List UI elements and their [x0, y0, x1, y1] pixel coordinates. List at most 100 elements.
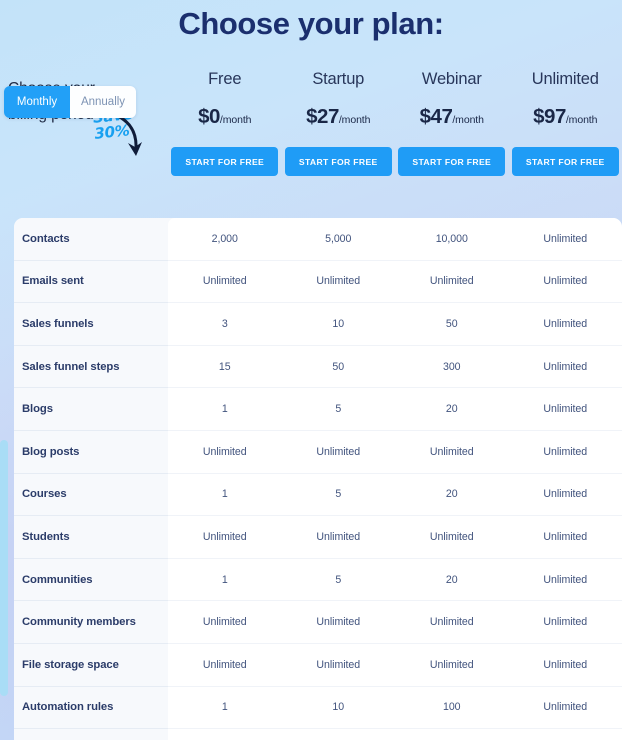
feature-values: Unlimited Unlimited Unlimited Unlimited	[168, 516, 622, 559]
table-row: Emails sent Unlimited Unlimited Unlimited Un…	[14, 260, 622, 304]
feature-label: Community members	[14, 601, 168, 644]
table-row: Blog posts Unlimited Unlimited Unlimited Unl…	[14, 430, 622, 474]
feature-value-webinar: Unlimited	[429, 530, 474, 543]
feature-value-webinar: 20	[445, 403, 458, 416]
feature-comparison-table: Contacts 2,000 5,000 10,000 Unlimited Emails …	[14, 218, 622, 740]
start-for-free-button[interactable]: START FOR FREE	[511, 147, 619, 176]
feature-value-startup: 5,000	[325, 232, 352, 245]
feature-label: File storage space	[14, 643, 168, 687]
vertical-scrollbar-thumb[interactable]	[0, 440, 8, 696]
plan-price-amount: $0	[198, 105, 220, 128]
feature-value-webinar: 20	[445, 488, 458, 501]
plan-price: $97/month	[509, 105, 622, 129]
plan-price-period: /month	[338, 114, 371, 126]
feature-value-free: 1	[221, 701, 228, 714]
start-for-free-button[interactable]: START FOR FREE	[171, 147, 279, 176]
save-badge-line2: 30%	[93, 121, 131, 143]
feature-value-unlimited: Unlimited	[543, 616, 588, 629]
table-row: Automation rules 1 10 100 Unlimited	[14, 686, 622, 730]
toggle-option-annually[interactable]: Annually	[70, 86, 136, 118]
feature-value-free: 1	[221, 488, 228, 501]
plan-price: $27/month	[282, 105, 396, 129]
feature-value-webinar: Unlimited	[429, 275, 474, 288]
plan-price-amount: $27	[306, 105, 339, 128]
feature-value-unlimited: Unlimited	[543, 488, 588, 501]
table-row: Blogs 1 5 20 Unlimited	[14, 388, 622, 431]
feature-label: Emails sent	[14, 260, 168, 304]
feature-value-startup: Unlimited	[316, 275, 361, 288]
feature-value-unlimited: Unlimited	[543, 701, 588, 714]
toggle-option-monthly[interactable]: Monthly	[4, 86, 70, 118]
feature-value-startup: 10	[332, 701, 345, 714]
feature-value-startup: Unlimited	[316, 616, 361, 629]
feature-label: Communities	[14, 558, 168, 602]
start-for-free-button[interactable]: START FOR FREE	[284, 147, 392, 176]
feature-value-unlimited: Unlimited	[543, 573, 588, 586]
feature-value-unlimited	[509, 729, 622, 740]
feature-values: Unlimited Unlimited Unlimited Unlimited	[168, 260, 622, 304]
feature-value-startup: 50	[332, 360, 345, 373]
feature-value-free: 2,000	[211, 232, 238, 245]
plan-price-period: /month	[219, 114, 252, 126]
feature-value-startup: 5	[335, 573, 342, 586]
feature-values: 1 5 20 Unlimited	[168, 388, 622, 431]
plan-name: Webinar	[421, 70, 482, 88]
feature-value-startup: Unlimited	[316, 445, 361, 458]
feature-value-unlimited: Unlimited	[543, 530, 588, 543]
plan-column-webinar: Webinar $47/month START FOR FREE	[395, 70, 509, 176]
feature-value-unlimited: Unlimited	[543, 658, 588, 671]
feature-value-webinar: 100	[442, 701, 461, 714]
plan-columns: Free $0/month START FOR FREE Startup $27…	[168, 70, 622, 176]
feature-values	[168, 729, 622, 740]
plan-column-unlimited: Unlimited $97/month START FOR FREE	[509, 70, 622, 176]
feature-value-free: 3	[221, 317, 228, 330]
feature-values: 3 10 50 Unlimited	[168, 303, 622, 346]
feature-value-unlimited: Unlimited	[543, 232, 588, 245]
feature-value-free: Unlimited	[202, 616, 247, 629]
plan-price: $0/month	[168, 105, 282, 129]
feature-value-startup: Unlimited	[316, 530, 361, 543]
vertical-scrollbar[interactable]	[0, 218, 8, 740]
feature-value-startup: 5	[335, 403, 342, 416]
feature-label: Contacts	[14, 218, 168, 261]
feature-value-webinar: Unlimited	[429, 616, 474, 629]
plan-price-period: /month	[565, 114, 598, 126]
feature-value-startup	[282, 729, 396, 740]
billing-period-toggle[interactable]: Monthly Annually	[4, 86, 136, 118]
plan-price-period: /month	[452, 114, 484, 126]
start-for-free-button[interactable]: START FOR FREE	[398, 147, 506, 176]
feature-value-free	[168, 729, 282, 740]
feature-label: Blog posts	[14, 430, 168, 474]
table-row: Contacts 2,000 5,000 10,000 Unlimited	[14, 218, 622, 261]
feature-value-free: Unlimited	[202, 445, 247, 458]
feature-value-unlimited: Unlimited	[543, 317, 588, 330]
plan-name: Startup	[312, 70, 365, 88]
feature-label: Blogs	[14, 388, 168, 431]
feature-values: 1 5 20 Unlimited	[168, 558, 622, 602]
pricing-page: Choose your plan: Choose your billing pe…	[0, 0, 622, 740]
plan-price-amount: $97	[533, 105, 566, 128]
table-row	[14, 729, 622, 740]
feature-value-free: 1	[221, 573, 228, 586]
table-row: Sales funnels 3 10 50 Unlimited	[14, 303, 622, 346]
feature-label: Courses	[14, 473, 168, 517]
feature-values: 2,000 5,000 10,000 Unlimited	[168, 218, 622, 261]
feature-value-unlimited: Unlimited	[543, 445, 588, 458]
feature-value-webinar: 10,000	[435, 232, 468, 245]
feature-label: Sales funnels	[14, 303, 168, 346]
table-row: Sales funnel steps 15 50 300 Unlimited	[14, 345, 622, 389]
plan-column-startup: Startup $27/month START FOR FREE	[282, 70, 396, 176]
feature-value-startup: Unlimited	[316, 658, 361, 671]
table-row: Students Unlimited Unlimited Unlimited Unlim…	[14, 516, 622, 559]
plan-name: Free	[208, 70, 242, 88]
feature-value-webinar: Unlimited	[429, 445, 474, 458]
feature-value-free: Unlimited	[202, 530, 247, 543]
feature-values: 1 10 100 Unlimited	[168, 686, 622, 730]
feature-value-webinar: 50	[445, 317, 458, 330]
feature-value-unlimited: Unlimited	[543, 403, 588, 416]
table-row: Community members Unlimited Unlimited Unlim…	[14, 601, 622, 644]
feature-value-unlimited: Unlimited	[543, 275, 588, 288]
feature-value-unlimited: Unlimited	[543, 360, 588, 373]
feature-value-free: Unlimited	[202, 275, 247, 288]
feature-label	[14, 729, 168, 740]
